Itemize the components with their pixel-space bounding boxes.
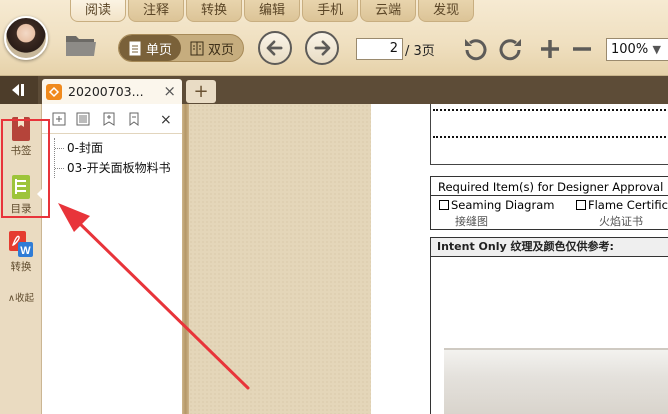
new-tab-button[interactable]: + bbox=[186, 80, 216, 103]
pdf-to-word-icon: W bbox=[9, 231, 33, 257]
bookmark-outline-icon[interactable] bbox=[127, 112, 141, 126]
toc-panel: × 0-封面 03-开关面板物料书 bbox=[42, 104, 182, 414]
double-page-label: 双页 bbox=[207, 42, 234, 58]
flame-certificate-label: Flame Certifica bbox=[588, 198, 668, 212]
single-page-icon bbox=[129, 41, 141, 55]
toc-item[interactable]: 03-开关面板物料书 bbox=[55, 158, 179, 178]
seaming-diagram-cn: 接缝图 bbox=[455, 215, 488, 228]
annotation-highlight-box bbox=[1, 119, 50, 218]
dotted-line bbox=[433, 109, 668, 111]
menu-tab-edit[interactable]: 编辑 bbox=[244, 0, 301, 22]
menu-tabs: 阅读 注释 转换 编辑 手机 云端 发现 bbox=[70, 0, 476, 22]
seaming-diagram-checkbox: Seaming Diagram bbox=[439, 198, 554, 212]
document-tab[interactable]: 20200703... × bbox=[42, 79, 182, 104]
rotate-right-icon[interactable] bbox=[498, 36, 524, 62]
open-folder-icon[interactable] bbox=[64, 32, 98, 58]
flame-certificate-cn: 火焰证书 bbox=[599, 215, 643, 228]
flame-certificate-checkbox: Flame Certifica bbox=[576, 198, 668, 212]
next-page-button[interactable] bbox=[305, 31, 339, 65]
table-border bbox=[430, 164, 668, 165]
side-convert-label: 转换 bbox=[10, 261, 32, 273]
single-page-button[interactable]: 单页 bbox=[119, 35, 181, 61]
dotted-line bbox=[433, 136, 668, 138]
toc-tree: 0-封面 03-开关面板物料书 bbox=[54, 138, 179, 178]
page-total-label: / 3页 bbox=[405, 44, 435, 59]
user-avatar[interactable] bbox=[4, 16, 48, 60]
zoom-out-icon[interactable] bbox=[569, 36, 595, 62]
collapse-all-icon[interactable] bbox=[76, 112, 90, 126]
arrow-left-icon bbox=[266, 40, 283, 56]
menu-tab-mobile[interactable]: 手机 bbox=[302, 0, 359, 22]
menu-tab-read[interactable]: 阅读 bbox=[70, 0, 127, 22]
toc-item[interactable]: 0-封面 bbox=[55, 138, 179, 158]
collapse-left-icon bbox=[12, 84, 24, 96]
table-border bbox=[430, 104, 431, 164]
close-tab-icon[interactable]: × bbox=[163, 82, 176, 100]
checkbox-square bbox=[439, 200, 449, 210]
document-background bbox=[189, 104, 371, 414]
table-divider bbox=[431, 195, 668, 196]
document-tab-bar: 20200703... × + bbox=[0, 76, 668, 104]
collapse-panel-button[interactable] bbox=[0, 76, 38, 104]
chevron-down-icon: ▼ bbox=[652, 43, 661, 56]
menu-tab-cloud[interactable]: 云端 bbox=[360, 0, 417, 22]
svg-text:W: W bbox=[20, 245, 31, 257]
pdf-page: Required Item(s) for Designer Approval P… bbox=[371, 104, 668, 414]
sample-photo bbox=[444, 348, 668, 414]
pdf-file-icon bbox=[46, 83, 62, 100]
previous-page-button[interactable] bbox=[258, 31, 292, 65]
ribbon-toolbar: 阅读 注释 转换 编辑 手机 云端 发现 单页 双页 2 / 3页 100% ▼ bbox=[0, 0, 668, 76]
double-page-button[interactable]: 双页 bbox=[181, 35, 243, 61]
zoom-in-icon[interactable] bbox=[537, 36, 563, 62]
checkbox-square bbox=[576, 200, 586, 210]
expand-all-icon[interactable] bbox=[52, 112, 66, 126]
close-toc-icon[interactable]: × bbox=[160, 113, 172, 127]
required-items-title: Required Item(s) for Designer Approval P… bbox=[438, 180, 668, 194]
rotate-left-icon[interactable] bbox=[462, 36, 488, 62]
zoom-value: 100% bbox=[611, 42, 649, 57]
intent-only-header: Intent Only 纹理及颜色仅供参考: bbox=[431, 238, 668, 257]
arrow-right-icon bbox=[314, 40, 331, 56]
menu-tab-annotate[interactable]: 注释 bbox=[128, 0, 185, 22]
side-convert-button[interactable]: W 转换 bbox=[0, 230, 42, 274]
document-tab-label: 20200703... bbox=[68, 84, 144, 99]
add-bookmark-icon[interactable] bbox=[102, 112, 116, 126]
side-collapse-button[interactable]: ∧收起 bbox=[0, 290, 42, 304]
page-number-input[interactable]: 2 bbox=[356, 38, 403, 60]
zoom-select[interactable]: 100% ▼ bbox=[606, 38, 668, 61]
required-items-box: Required Item(s) for Designer Approval P… bbox=[430, 176, 668, 230]
toc-toolbar: × bbox=[42, 104, 182, 134]
menu-tab-discover[interactable]: 发现 bbox=[418, 0, 475, 22]
menu-tab-convert[interactable]: 转换 bbox=[186, 0, 243, 22]
panel-splitter[interactable] bbox=[182, 104, 189, 414]
single-page-label: 单页 bbox=[145, 42, 172, 58]
seaming-diagram-label: Seaming Diagram bbox=[451, 198, 555, 212]
page-mode-toggle: 单页 双页 bbox=[118, 34, 244, 62]
double-page-icon bbox=[190, 41, 204, 55]
